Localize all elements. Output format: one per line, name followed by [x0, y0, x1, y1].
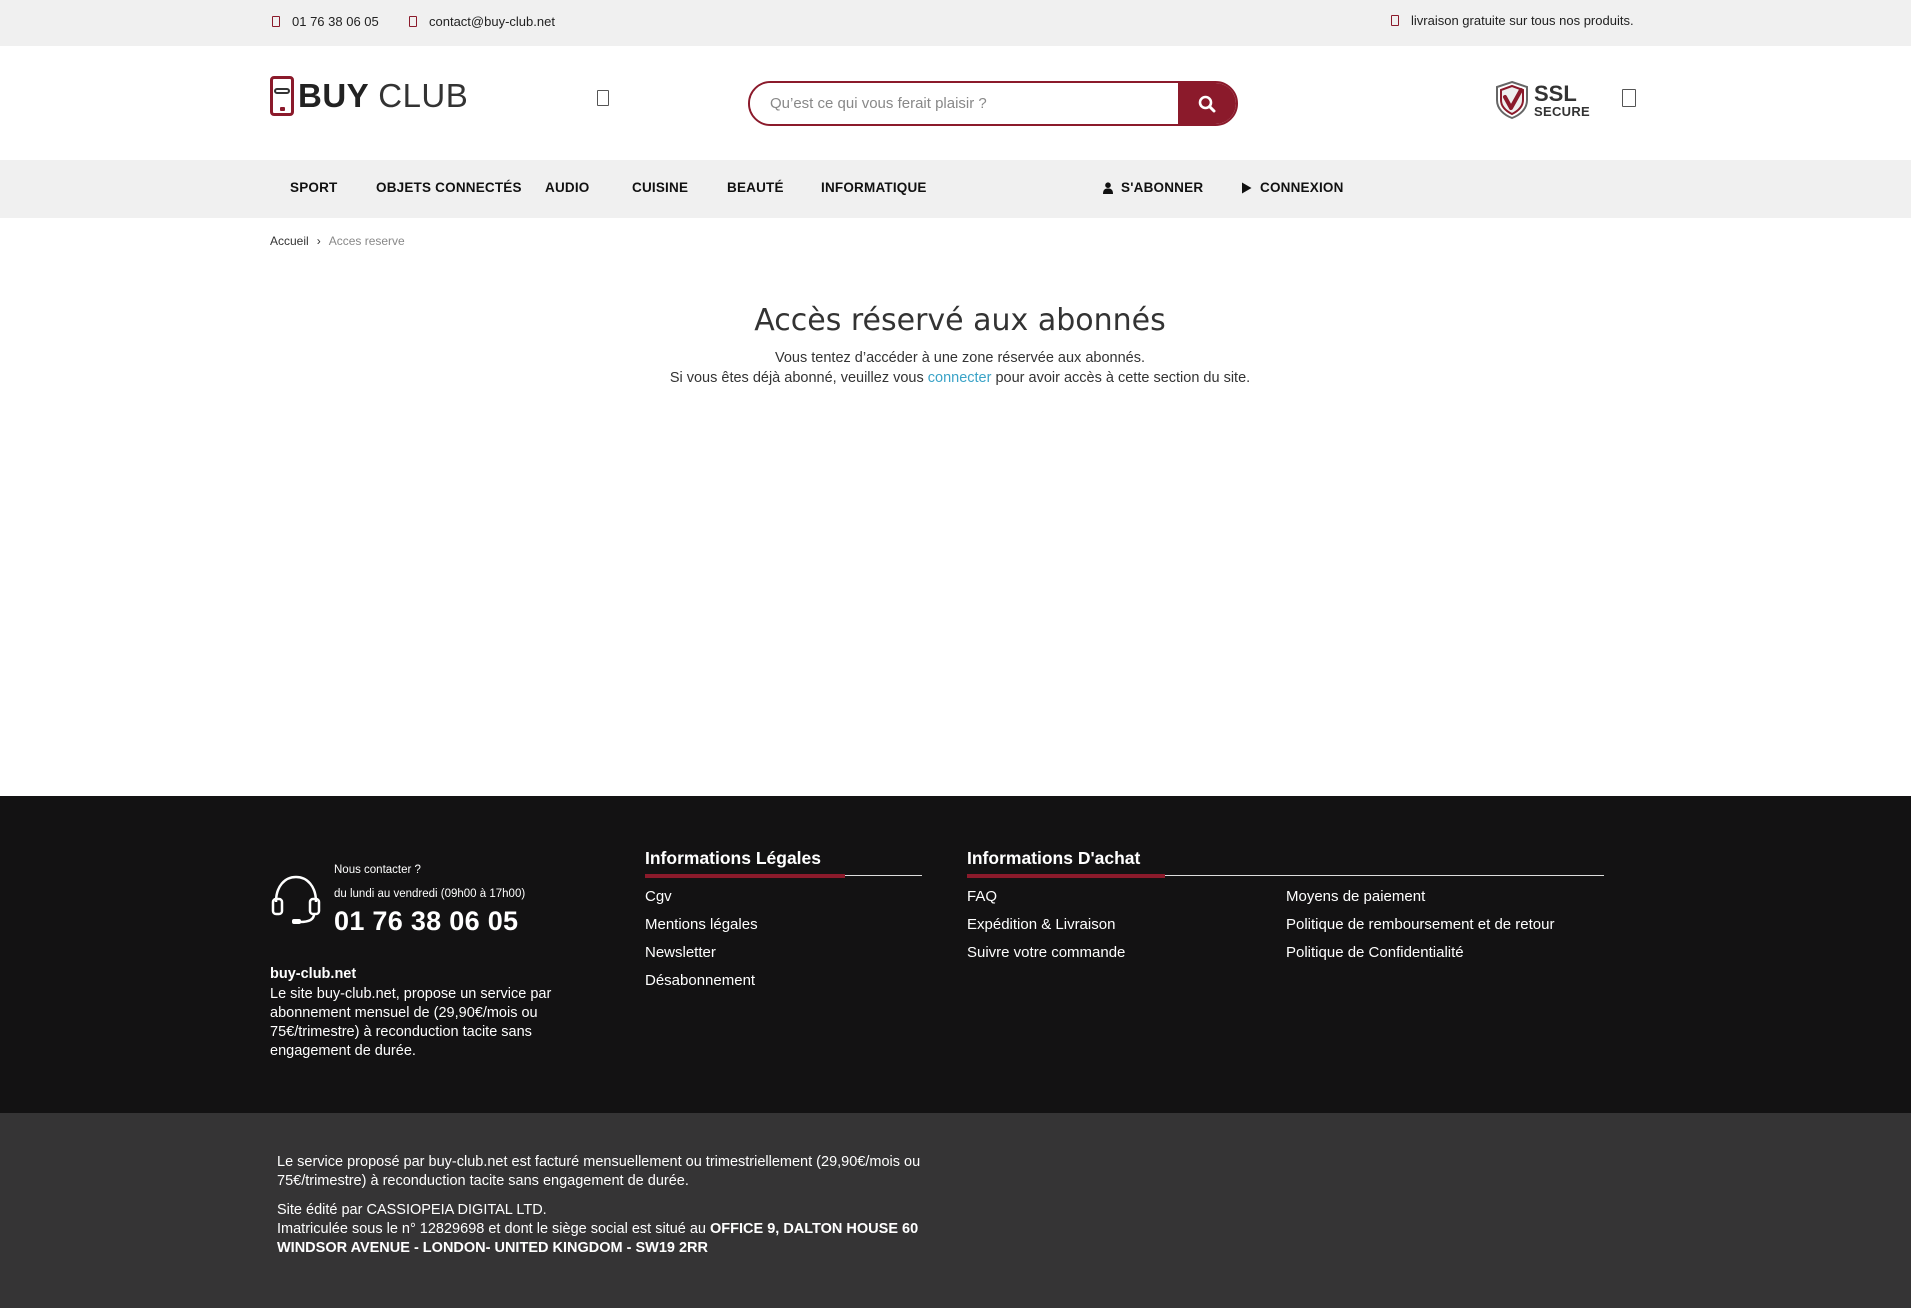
breadcrumb: Accueil › Acces reserve [270, 234, 405, 248]
phone-icon [272, 16, 280, 27]
search-bar [748, 81, 1238, 126]
search-icon [1198, 95, 1216, 112]
envelope-icon [409, 16, 417, 27]
user-icon [1103, 181, 1113, 194]
sub-footer: Le service proposé par buy-club.net est … [0, 1113, 1911, 1308]
legal-info-title: Informations Légales [645, 848, 822, 868]
footer-link-payment[interactable]: Moyens de paiement [1286, 888, 1425, 905]
logo-club: CLUB [378, 77, 469, 114]
nav-item-objets-connectes[interactable]: OBJETS CONNECTÉS [376, 180, 522, 195]
breadcrumb-home[interactable]: Accueil [270, 234, 309, 248]
topbar-email[interactable]: contact@buy-club.net [409, 14, 555, 29]
headset-icon [271, 875, 321, 924]
nav-item-beaute[interactable]: BEAUTÉ [727, 180, 784, 195]
ssl-badge: SSL SECURE [1494, 80, 1590, 120]
shield-check-icon [1496, 80, 1528, 120]
login-label: CONNEXION [1260, 180, 1344, 195]
footer-link-track-order[interactable]: Suivre votre commande [967, 944, 1125, 961]
page-title: Accès réservé aux abonnés [754, 303, 1166, 338]
ssl-text: SSL SECURE [1534, 80, 1590, 119]
purchase-info-accent [967, 874, 1165, 878]
subscribe-label: S'ABONNER [1121, 180, 1204, 195]
cart-icon[interactable] [1622, 89, 1636, 107]
footer-link-newsletter[interactable]: Newsletter [645, 944, 716, 961]
footer-link-shipping[interactable]: Expédition & Livraison [967, 916, 1115, 933]
site-logo[interactable]: BUY CLUB [270, 76, 468, 116]
subscribe-link[interactable]: S'ABONNER [1103, 180, 1203, 195]
footer-link-mentions[interactable]: Mentions légales [645, 916, 758, 933]
menu-toggle-icon[interactable] [597, 90, 609, 106]
ssl-sub-label: SECURE [1534, 103, 1590, 119]
billing-notice: Le service proposé par buy-club.net est … [277, 1154, 921, 1189]
site-header: BUY CLUB SSL SECURE [0, 46, 1911, 160]
purchase-info-title: Informations D'achat [967, 848, 1141, 868]
contact-question: Nous contacter ? [334, 864, 421, 876]
search-input[interactable] [750, 83, 1178, 124]
footer-link-cgv[interactable]: Cgv [645, 888, 672, 905]
breadcrumb-current: Acces reserve [328, 234, 405, 248]
editor-notice: Site édité par CASSIOPEIA DIGITAL LTD. [277, 1202, 547, 1218]
footer-link-unsubscribe[interactable]: Désabonnement [645, 972, 755, 989]
contact-phone[interactable]: 01 76 38 06 05 [334, 906, 518, 937]
nav-item-informatique[interactable]: INFORMATIQUE [821, 180, 927, 195]
footer-link-faq[interactable]: FAQ [967, 888, 997, 905]
ssl-label: SSL [1534, 80, 1577, 106]
search-button[interactable] [1178, 83, 1236, 124]
truck-icon [1391, 15, 1399, 26]
login-prompt-after: pour avoir accès à cette section du site… [991, 370, 1251, 386]
topbar-shipping-text: livraison gratuite sur tous nos produits… [1411, 13, 1634, 28]
top-bar: 01 76 38 06 05 contact@buy-club.net livr… [0, 0, 1911, 46]
breadcrumb-separator: › [316, 234, 321, 248]
topbar-shipping: livraison gratuite sur tous nos produits… [1391, 13, 1634, 28]
footer-site-name: buy-club.net [270, 966, 357, 982]
logo-buy: BUY [298, 77, 369, 114]
main-nav: SPORT OBJETS CONNECTÉS AUDIO CUISINE BEA… [0, 160, 1911, 218]
contact-hours: du lundi au vendredi (09h00 à 17h00) [334, 888, 526, 900]
footer-link-privacy[interactable]: Politique de Confidentialité [1286, 944, 1464, 961]
login-prompt: Si vous êtes déjà abonné, veuillez vous … [0, 370, 1911, 386]
login-prompt-before: Si vous êtes déjà abonné, veuillez vous [669, 370, 928, 386]
topbar-phone[interactable]: 01 76 38 06 05 [272, 14, 379, 29]
nav-item-cuisine[interactable]: CUISINE [632, 180, 688, 195]
logo-phone-icon [270, 76, 294, 116]
footer-link-refund[interactable]: Politique de remboursement et de retour [1286, 916, 1554, 933]
login-link[interactable]: CONNEXION [1241, 180, 1344, 195]
footer-site-description: Le site buy-club.net, propose un service… [270, 986, 552, 1059]
site-footer: Nous contacter ? du lundi au vendredi (0… [0, 796, 1911, 1113]
legal-info-accent [645, 874, 845, 878]
nav-item-sport[interactable]: SPORT [290, 180, 338, 195]
topbar-email-text: contact@buy-club.net [429, 14, 555, 29]
nav-item-audio[interactable]: AUDIO [545, 180, 590, 195]
registration-text: Imatriculée sous le n° 12829698 et dont … [277, 1221, 711, 1237]
restricted-message: Vous tentez d’accéder à une zone réservé… [774, 350, 1145, 366]
play-arrow-icon [1242, 182, 1252, 193]
topbar-phone-text: 01 76 38 06 05 [292, 14, 379, 29]
registration-notice: Imatriculée sous le n° 12829698 et dont … [277, 1220, 967, 1258]
connect-link[interactable]: connecter [928, 370, 992, 386]
logo-text: BUY CLUB [298, 77, 468, 115]
